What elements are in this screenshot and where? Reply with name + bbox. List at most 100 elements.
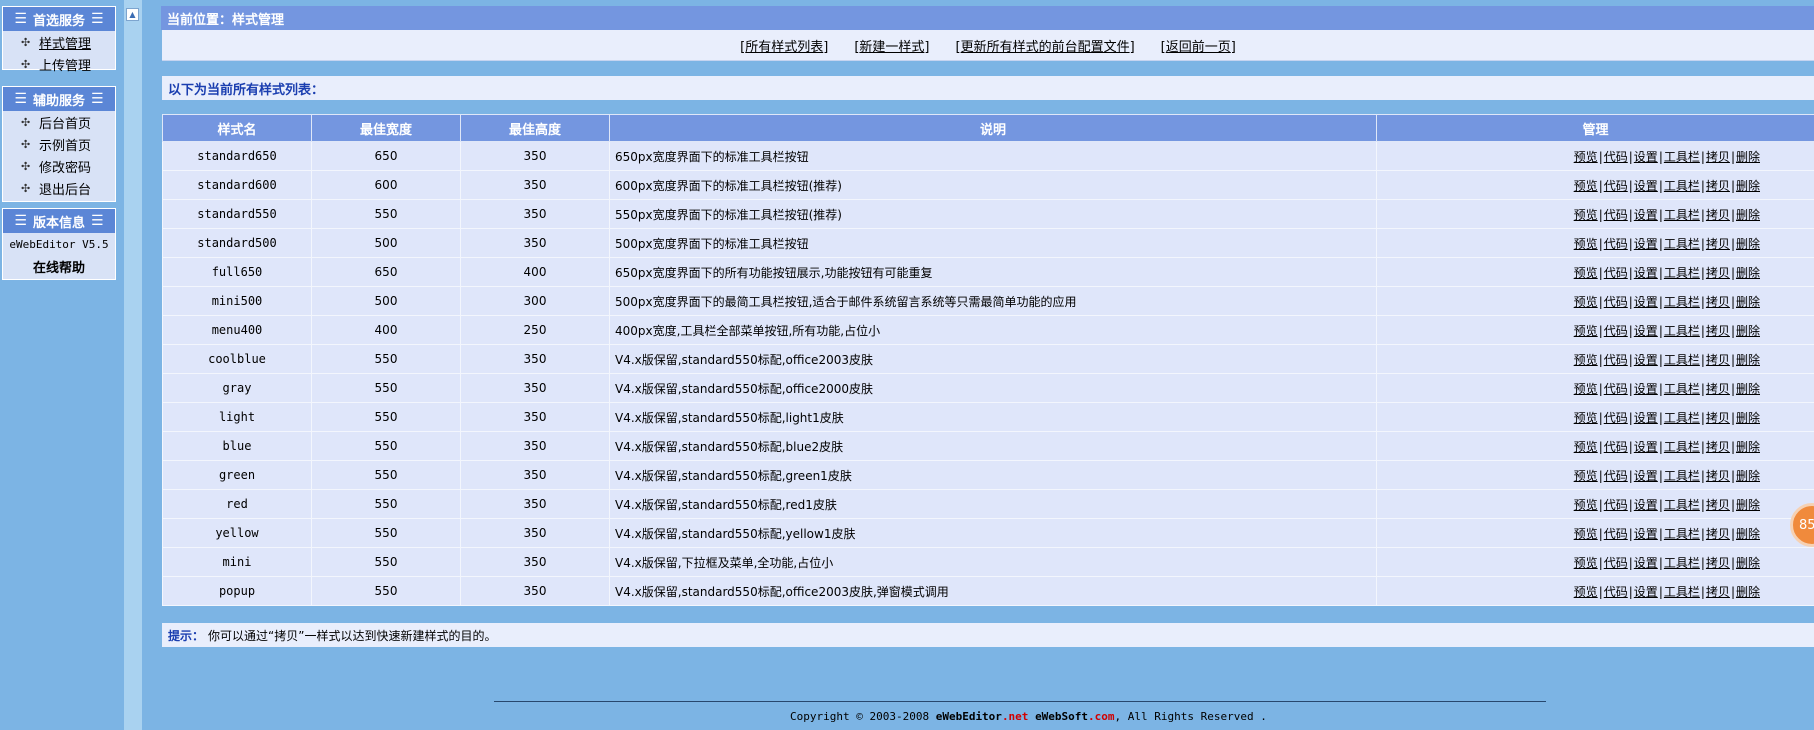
action-toolbar-link[interactable]: 工具栏: [1664, 382, 1700, 396]
action-copy-link[interactable]: 拷贝: [1706, 469, 1730, 483]
sidebar-item-admin-home[interactable]: ✣ 后台首页: [3, 111, 115, 133]
action-settings-link[interactable]: 设置: [1634, 150, 1658, 164]
action-delete-link[interactable]: 删除: [1736, 208, 1760, 222]
action-preview-link[interactable]: 预览: [1574, 469, 1598, 483]
action-settings-link[interactable]: 设置: [1634, 179, 1658, 193]
sidebar-item-demo-home[interactable]: ✣ 示例首页: [3, 133, 115, 155]
sidebar-splitter[interactable]: ▲: [124, 0, 142, 730]
action-copy-link[interactable]: 拷贝: [1706, 585, 1730, 599]
action-copy-link[interactable]: 拷贝: [1706, 440, 1730, 454]
action-copy-link[interactable]: 拷贝: [1706, 150, 1730, 164]
action-settings-link[interactable]: 设置: [1634, 498, 1658, 512]
action-delete-link[interactable]: 删除: [1736, 353, 1760, 367]
action-copy-link[interactable]: 拷贝: [1706, 179, 1730, 193]
action-copy-link[interactable]: 拷贝: [1706, 237, 1730, 251]
action-toolbar-link[interactable]: 工具栏: [1664, 469, 1700, 483]
action-toolbar-link[interactable]: 工具栏: [1664, 440, 1700, 454]
action-settings-link[interactable]: 设置: [1634, 382, 1658, 396]
link-all-styles[interactable]: [所有样式列表]: [740, 36, 828, 55]
action-toolbar-link[interactable]: 工具栏: [1664, 179, 1700, 193]
action-preview-link[interactable]: 预览: [1574, 585, 1598, 599]
action-preview-link[interactable]: 预览: [1574, 411, 1598, 425]
action-settings-link[interactable]: 设置: [1634, 556, 1658, 570]
action-code-link[interactable]: 代码: [1604, 353, 1628, 367]
action-delete-link[interactable]: 删除: [1736, 237, 1760, 251]
action-settings-link[interactable]: 设置: [1634, 469, 1658, 483]
arrow-up-icon[interactable]: ▲: [126, 8, 139, 21]
action-delete-link[interactable]: 删除: [1736, 411, 1760, 425]
action-settings-link[interactable]: 设置: [1634, 208, 1658, 222]
action-code-link[interactable]: 代码: [1604, 150, 1628, 164]
brand-ewebeditor[interactable]: eWebEditor: [936, 710, 1002, 723]
action-delete-link[interactable]: 删除: [1736, 527, 1760, 541]
link-update-config[interactable]: [更新所有样式的前台配置文件]: [956, 36, 1135, 55]
action-settings-link[interactable]: 设置: [1634, 440, 1658, 454]
action-delete-link[interactable]: 删除: [1736, 498, 1760, 512]
action-toolbar-link[interactable]: 工具栏: [1664, 150, 1700, 164]
action-copy-link[interactable]: 拷贝: [1706, 266, 1730, 280]
action-preview-link[interactable]: 预览: [1574, 208, 1598, 222]
action-code-link[interactable]: 代码: [1604, 266, 1628, 280]
action-preview-link[interactable]: 预览: [1574, 382, 1598, 396]
action-code-link[interactable]: 代码: [1604, 440, 1628, 454]
action-delete-link[interactable]: 删除: [1736, 440, 1760, 454]
action-delete-link[interactable]: 删除: [1736, 150, 1760, 164]
action-copy-link[interactable]: 拷贝: [1706, 295, 1730, 309]
sidebar-item-change-password[interactable]: ✣ 修改密码: [3, 155, 115, 177]
action-settings-link[interactable]: 设置: [1634, 237, 1658, 251]
action-preview-link[interactable]: 预览: [1574, 324, 1598, 338]
action-delete-link[interactable]: 删除: [1736, 266, 1760, 280]
action-copy-link[interactable]: 拷贝: [1706, 353, 1730, 367]
action-code-link[interactable]: 代码: [1604, 382, 1628, 396]
action-settings-link[interactable]: 设置: [1634, 324, 1658, 338]
action-settings-link[interactable]: 设置: [1634, 266, 1658, 280]
action-copy-link[interactable]: 拷贝: [1706, 556, 1730, 570]
action-toolbar-link[interactable]: 工具栏: [1664, 556, 1700, 570]
action-toolbar-link[interactable]: 工具栏: [1664, 237, 1700, 251]
action-settings-link[interactable]: 设置: [1634, 353, 1658, 367]
action-delete-link[interactable]: 删除: [1736, 382, 1760, 396]
action-code-link[interactable]: 代码: [1604, 585, 1628, 599]
action-settings-link[interactable]: 设置: [1634, 295, 1658, 309]
sidebar-item-style-management[interactable]: ✣ 样式管理: [3, 31, 115, 53]
action-code-link[interactable]: 代码: [1604, 179, 1628, 193]
link-go-back[interactable]: [返回前一页]: [1161, 36, 1236, 55]
action-toolbar-link[interactable]: 工具栏: [1664, 585, 1700, 599]
action-settings-link[interactable]: 设置: [1634, 527, 1658, 541]
link-new-style[interactable]: [新建一样式]: [854, 36, 929, 55]
action-code-link[interactable]: 代码: [1604, 527, 1628, 541]
action-delete-link[interactable]: 删除: [1736, 324, 1760, 338]
action-copy-link[interactable]: 拷贝: [1706, 208, 1730, 222]
action-code-link[interactable]: 代码: [1604, 469, 1628, 483]
action-copy-link[interactable]: 拷贝: [1706, 324, 1730, 338]
action-toolbar-link[interactable]: 工具栏: [1664, 353, 1700, 367]
panel-header[interactable]: ☰ 版本信息 ☰: [3, 209, 115, 233]
action-preview-link[interactable]: 预览: [1574, 556, 1598, 570]
action-copy-link[interactable]: 拷贝: [1706, 411, 1730, 425]
action-delete-link[interactable]: 删除: [1736, 179, 1760, 193]
action-copy-link[interactable]: 拷贝: [1706, 527, 1730, 541]
action-toolbar-link[interactable]: 工具栏: [1664, 324, 1700, 338]
action-delete-link[interactable]: 删除: [1736, 469, 1760, 483]
action-preview-link[interactable]: 预览: [1574, 353, 1598, 367]
sidebar-item-logout[interactable]: ✣ 退出后台: [3, 177, 115, 199]
action-code-link[interactable]: 代码: [1604, 208, 1628, 222]
action-code-link[interactable]: 代码: [1604, 237, 1628, 251]
action-settings-link[interactable]: 设置: [1634, 411, 1658, 425]
action-delete-link[interactable]: 删除: [1736, 556, 1760, 570]
action-toolbar-link[interactable]: 工具栏: [1664, 527, 1700, 541]
action-preview-link[interactable]: 预览: [1574, 266, 1598, 280]
action-code-link[interactable]: 代码: [1604, 324, 1628, 338]
action-copy-link[interactable]: 拷贝: [1706, 498, 1730, 512]
action-toolbar-link[interactable]: 工具栏: [1664, 266, 1700, 280]
action-code-link[interactable]: 代码: [1604, 556, 1628, 570]
panel-header[interactable]: ☰ 首选服务 ☰: [3, 7, 115, 31]
action-toolbar-link[interactable]: 工具栏: [1664, 208, 1700, 222]
action-code-link[interactable]: 代码: [1604, 498, 1628, 512]
action-preview-link[interactable]: 预览: [1574, 295, 1598, 309]
action-preview-link[interactable]: 预览: [1574, 527, 1598, 541]
action-preview-link[interactable]: 预览: [1574, 440, 1598, 454]
action-toolbar-link[interactable]: 工具栏: [1664, 498, 1700, 512]
action-toolbar-link[interactable]: 工具栏: [1664, 411, 1700, 425]
action-preview-link[interactable]: 预览: [1574, 498, 1598, 512]
